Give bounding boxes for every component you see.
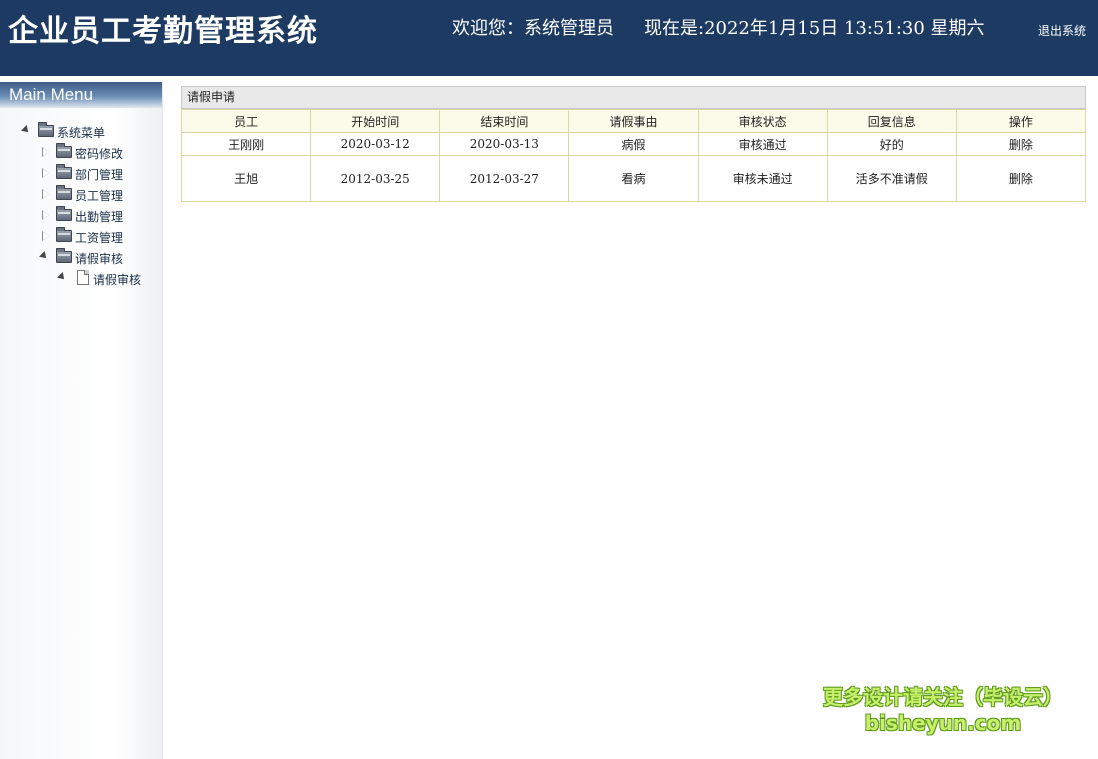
tree-item-label: 请假审核 — [75, 252, 124, 266]
delete-link[interactable]: 删除 — [1009, 172, 1033, 186]
app-title: 企业员工考勤管理系统 — [8, 14, 318, 49]
current-datetime: 现在是:2022年1月15日 13:51:30 星期六 — [644, 18, 985, 39]
column-header: 审核状态 — [697, 109, 828, 133]
tree-root[interactable]: 系统菜单 — [0, 122, 162, 143]
cell-reason: 看病 — [568, 155, 699, 202]
welcome-text: 欢迎您：系统管理员 — [452, 18, 614, 39]
folder-icon — [56, 206, 72, 221]
tree-item-label: 密码修改 — [75, 147, 124, 161]
column-header: 开始时间 — [310, 109, 441, 133]
folder-icon — [56, 164, 72, 179]
cell-status: 审核通过 — [697, 132, 828, 156]
cell-reason: 病假 — [568, 132, 699, 156]
collapse-arrow-inner — [43, 148, 49, 156]
column-header: 员工 — [180, 109, 312, 133]
column-header: 结束时间 — [439, 109, 570, 133]
watermark-line1: 更多设计请关注（毕设云） — [823, 685, 1063, 709]
collapse-arrow-inner — [43, 232, 49, 240]
leave-table: 员工 开始时间 结束时间 请假事由 审核状态 回复信息 操作 王刚刚 2020-… — [180, 109, 1087, 202]
tree-item-employee[interactable]: 员工管理 — [0, 185, 162, 206]
sidebar: Main Menu 系统菜单 密码修改 部门管理 员工管理 出勤管理 工资管理 … — [0, 82, 163, 759]
cell-action: 删除 — [955, 132, 1087, 156]
tree-leaf-leave-review[interactable]: 请假审核 — [0, 269, 162, 290]
menu-title: Main Menu — [0, 82, 162, 108]
file-icon — [77, 270, 89, 285]
watermark-line2: bisheyun.com — [864, 711, 1022, 735]
folder-icon — [56, 248, 72, 263]
cell-reply: 活多不准请假 — [826, 155, 957, 202]
cell-employee: 王旭 — [180, 155, 312, 202]
tree-item-label: 出勤管理 — [75, 210, 124, 224]
cell-employee: 王刚刚 — [180, 132, 312, 156]
collapse-arrow-inner — [43, 211, 49, 219]
panel-title: 请假申请 — [181, 86, 1086, 109]
folder-icon — [56, 185, 72, 200]
logout-link[interactable]: 退出系统 — [1038, 22, 1086, 39]
expand-arrow-icon — [57, 272, 67, 282]
app-header: 企业员工考勤管理系统 欢迎您：系统管理员 现在是:2022年1月15日 13:51… — [0, 0, 1098, 76]
table-row: 王刚刚 2020-03-12 2020-03-13 病假 审核通过 好的 删除 — [180, 132, 1087, 156]
table-header-row: 员工 开始时间 结束时间 请假事由 审核状态 回复信息 操作 — [180, 109, 1087, 133]
table-row: 王旭 2012-03-25 2012-03-27 看病 审核未通过 活多不准请假… — [180, 155, 1087, 202]
cell-end: 2012-03-27 — [439, 155, 570, 202]
tree-item-label: 部门管理 — [75, 168, 124, 182]
tree-root-label: 系统菜单 — [57, 126, 106, 140]
column-header: 请假事由 — [568, 109, 699, 133]
tree-item-label: 工资管理 — [75, 231, 124, 245]
watermark: 更多设计请关注（毕设云） bisheyun.com — [812, 684, 1074, 736]
header-divider — [0, 76, 1098, 82]
cell-status: 审核未通过 — [697, 155, 828, 202]
tree-item-department[interactable]: 部门管理 — [0, 164, 162, 185]
expand-arrow-icon[interactable] — [39, 251, 49, 261]
column-header: 操作 — [955, 109, 1087, 133]
menu-tree: 系统菜单 密码修改 部门管理 员工管理 出勤管理 工资管理 请假审核 请假审核 — [0, 122, 162, 290]
tree-leaf-label: 请假审核 — [93, 273, 142, 287]
tree-item-leave-review[interactable]: 请假审核 — [0, 248, 162, 269]
folder-icon — [38, 122, 54, 137]
tree-item-attendance[interactable]: 出勤管理 — [0, 206, 162, 227]
collapse-arrow-inner — [43, 169, 49, 177]
cell-end: 2020-03-13 — [439, 132, 570, 156]
main-content: 请假申请 员工 开始时间 结束时间 请假事由 审核状态 回复信息 操作 王刚刚 … — [180, 86, 1087, 202]
collapse-arrow-inner — [43, 190, 49, 198]
expand-arrow-icon[interactable] — [21, 125, 31, 135]
column-header: 回复信息 — [826, 109, 957, 133]
tree-item-label: 员工管理 — [75, 189, 124, 203]
tree-item-password[interactable]: 密码修改 — [0, 143, 162, 164]
cell-start: 2012-03-25 — [310, 155, 441, 202]
tree-item-salary[interactable]: 工资管理 — [0, 227, 162, 248]
delete-link[interactable]: 删除 — [1009, 138, 1033, 152]
cell-reply: 好的 — [826, 132, 957, 156]
folder-icon — [56, 227, 72, 242]
header-info: 欢迎您：系统管理员 现在是:2022年1月15日 13:51:30 星期六 — [452, 14, 985, 40]
cell-action: 删除 — [955, 155, 1087, 202]
cell-start: 2020-03-12 — [310, 132, 441, 156]
folder-icon — [56, 143, 72, 158]
